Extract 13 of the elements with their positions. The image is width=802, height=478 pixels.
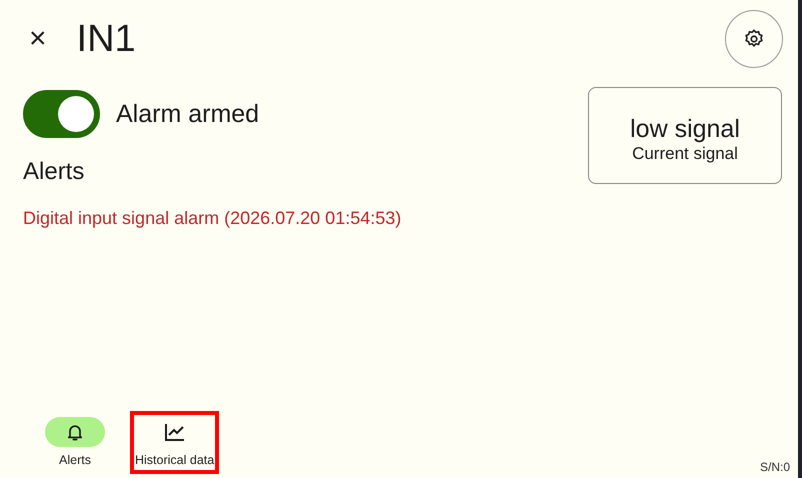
page-title: IN1 — [76, 18, 136, 60]
nav-item[interactable]: Alerts — [40, 411, 110, 474]
alarm-switch[interactable] — [23, 90, 100, 138]
close-button[interactable]: × — [23, 24, 53, 54]
nav-item[interactable]: Historical data — [130, 411, 220, 474]
signal-caption: Current signal — [632, 144, 738, 164]
alert-message: Digital input signal alarm (2026.07.20 01:54:53) — [23, 208, 402, 229]
section-heading: Alerts — [23, 158, 86, 186]
serial-number: S/N:0 — [760, 460, 790, 474]
switch-label: Alarm armed — [116, 100, 260, 128]
signal-value: low signal — [630, 115, 740, 144]
line-chart-icon — [162, 421, 187, 443]
settings-button[interactable] — [725, 10, 783, 68]
